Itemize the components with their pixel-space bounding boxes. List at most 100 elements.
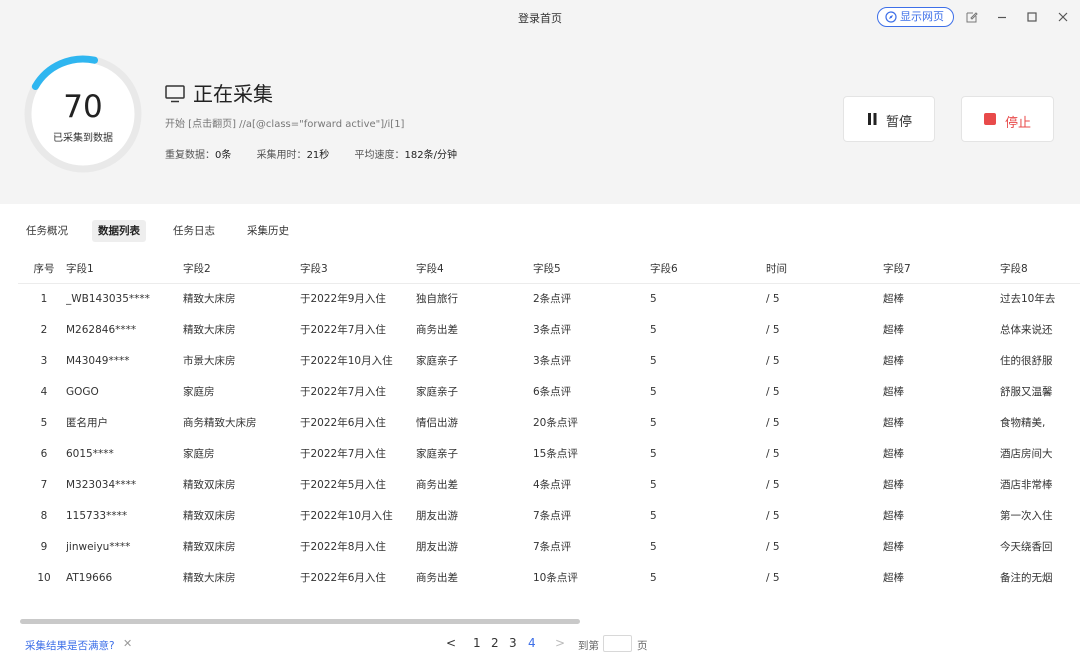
column-header[interactable]: 字段7 xyxy=(883,254,993,285)
table-cell: 超棒 xyxy=(883,293,904,305)
elapsed-stat: 采集用时：21秒 xyxy=(256,150,330,161)
goto-page-input[interactable] xyxy=(603,635,632,652)
column-header[interactable]: 字段8 xyxy=(1000,254,1056,285)
table-cell: 匿名用户 xyxy=(66,417,108,429)
column-header[interactable]: 字段5 xyxy=(533,254,643,285)
table-cell: 超棒 xyxy=(883,417,904,429)
table-cell: 4 xyxy=(40,386,48,398)
table-row[interactable]: 5 匿名用户 商务精致大床房 于2022年6月入住 情侣出游 20条点评 5 / 5 超棒 食物精… xyxy=(18,408,1080,439)
table-cell: 5 xyxy=(650,572,657,584)
table-cell: 于2022年10月入住 xyxy=(300,355,393,367)
xpath-step: 开始 [点击翻页] //a[@class="forward active"]/i… xyxy=(165,119,405,130)
feedback-close-icon[interactable]: ✕ xyxy=(123,637,132,650)
column-header[interactable]: 序号 xyxy=(26,254,62,285)
speed-stat: 平均速度：182条/分钟 xyxy=(354,150,457,161)
page-2[interactable]: 2 xyxy=(491,636,499,652)
table-cell: 5 xyxy=(650,510,657,522)
table-cell: 5 xyxy=(650,541,657,553)
column-header[interactable]: 字段1 xyxy=(66,254,176,285)
table-cell: 于2022年5月入住 xyxy=(300,479,386,491)
table-row[interactable]: 6 6015**** 家庭房 于2022年7月入住 家庭亲子 15条点评 5 / 5 超棒 酒店房… xyxy=(18,439,1080,470)
table-row[interactable]: 10 AT19666 精致大床房 于2022年6月入住 商务出差 10条点评 5 / 5 超棒 备… xyxy=(18,563,1080,594)
table-cell: 20条点评 xyxy=(533,417,578,429)
table-cell: 精致双床房 xyxy=(183,479,236,491)
table-row[interactable]: 9 jinweiyu**** 精致双床房 于2022年8月入住 朋友出游 7条点评 5 / 5… xyxy=(18,532,1080,563)
show-web-button[interactable]: 显示网页 xyxy=(877,7,954,27)
tab-overview[interactable]: 任务概况 xyxy=(20,220,74,242)
table-header: 序号 字段1 字段2 字段3 字段4 字段5 字段6 时间 字段7 字段8 xyxy=(18,254,1080,284)
stop-button[interactable]: 停止 xyxy=(961,96,1054,142)
close-icon[interactable] xyxy=(1055,9,1071,25)
table-cell: 家庭亲子 xyxy=(416,386,458,398)
column-header[interactable]: 字段2 xyxy=(183,254,293,285)
table-cell: 住的很舒服 xyxy=(1000,355,1053,367)
table-cell: 6015**** xyxy=(66,448,114,460)
table-row[interactable]: 1 _WB143035**** 精致大床房 于2022年9月入住 独自旅行 2条点评 5 / … xyxy=(18,284,1080,315)
table-cell: 市景大床房 xyxy=(183,355,236,367)
table-row[interactable]: 3 M43049**** 市景大床房 于2022年10月入住 家庭亲子 3条点评 5 / 5 超… xyxy=(18,346,1080,377)
table-cell: / 5 xyxy=(766,572,780,584)
table-cell: 10条点评 xyxy=(533,572,578,584)
column-header[interactable]: 时间 xyxy=(766,254,876,285)
page-1[interactable]: 1 xyxy=(473,636,481,652)
table-row[interactable]: 8 115733**** 精致双床房 于2022年10月入住 朋友出游 7条点评 5 / 5 超… xyxy=(18,501,1080,532)
table-cell: 精致双床房 xyxy=(183,510,236,522)
table-cell: 4条点评 xyxy=(533,479,572,491)
status-title: 正在采集 xyxy=(165,82,273,106)
pause-label: 暂停 xyxy=(886,115,913,130)
horizontal-scrollbar[interactable] xyxy=(20,619,580,624)
table-cell: jinweiyu**** xyxy=(66,541,131,553)
table-cell: 超棒 xyxy=(883,355,904,367)
tab-history[interactable]: 采集历史 xyxy=(241,220,295,242)
goto-unit: 页 xyxy=(637,640,648,652)
table-cell: 超棒 xyxy=(883,572,904,584)
feedback-link[interactable]: 采集结果是否满意? xyxy=(25,638,115,653)
table-cell: 情侣出游 xyxy=(416,417,458,429)
minimize-icon[interactable] xyxy=(994,9,1010,25)
table-cell: 酒店非常棒 xyxy=(1000,479,1053,491)
goto-label: 到第 xyxy=(578,640,599,652)
column-header[interactable]: 字段3 xyxy=(300,254,410,285)
table-cell: / 5 xyxy=(766,293,780,305)
table-cell: 3条点评 xyxy=(533,355,572,367)
table-cell: 于2022年10月入住 xyxy=(300,510,393,522)
table-row[interactable]: 7 M323034**** 精致双床房 于2022年5月入住 商务出差 4条点评 5 / 5 超… xyxy=(18,470,1080,501)
table-cell: AT19666 xyxy=(66,572,113,584)
table-cell: 15条点评 xyxy=(533,448,578,460)
table-cell: 7条点评 xyxy=(533,510,572,522)
stats-line: 重复数据：0条 采集用时：21秒 平均速度：182条/分钟 xyxy=(165,146,479,161)
table-cell: 家庭亲子 xyxy=(416,355,458,367)
table-cell: 过去10年去 xyxy=(1000,293,1056,305)
table-cell: 8 xyxy=(40,510,48,522)
table-cell: 于2022年6月入住 xyxy=(300,417,386,429)
table-cell: 超棒 xyxy=(883,541,904,553)
table-cell: 于2022年6月入住 xyxy=(300,572,386,584)
page-3[interactable]: 3 xyxy=(509,636,517,652)
edit-icon[interactable] xyxy=(964,9,980,25)
table-cell: 1 xyxy=(40,293,48,305)
table-cell: 家庭房 xyxy=(183,386,215,398)
table-cell: 超棒 xyxy=(883,324,904,336)
tab-log[interactable]: 任务日志 xyxy=(167,220,221,242)
compass-icon xyxy=(885,11,897,23)
table-cell: 商务精致大床房 xyxy=(183,417,257,429)
table-cell: 5 xyxy=(650,479,657,491)
pause-button[interactable]: 暂停 xyxy=(843,96,935,142)
next-page-icon[interactable]: > xyxy=(555,636,565,652)
table-row[interactable]: 4 GOGO 家庭房 于2022年7月入住 家庭亲子 6条点评 5 / 5 超棒 舒服又温馨 xyxy=(18,377,1080,408)
page-4[interactable]: 4 xyxy=(528,636,536,652)
table-cell: 于2022年7月入住 xyxy=(300,448,386,460)
prev-page-icon[interactable]: < xyxy=(446,636,456,652)
column-header[interactable]: 字段4 xyxy=(416,254,526,285)
table-cell: 舒服又温馨 xyxy=(1000,386,1053,398)
tab-data-list[interactable]: 数据列表 xyxy=(92,220,146,242)
table-row[interactable]: 2 M262846**** 精致大床房 于2022年7月入住 商务出差 3条点评 5 / 5 超… xyxy=(18,315,1080,346)
table-cell: 朋友出游 xyxy=(416,510,458,522)
table-cell: 第一次入住 xyxy=(1000,510,1053,522)
progress-ring: 70 已采集到数据 xyxy=(22,53,144,175)
table-cell: 家庭亲子 xyxy=(416,448,458,460)
column-header[interactable]: 字段6 xyxy=(650,254,760,285)
maximize-icon[interactable] xyxy=(1024,9,1040,25)
table-cell: 2 xyxy=(40,324,48,336)
table-cell: 6条点评 xyxy=(533,386,572,398)
